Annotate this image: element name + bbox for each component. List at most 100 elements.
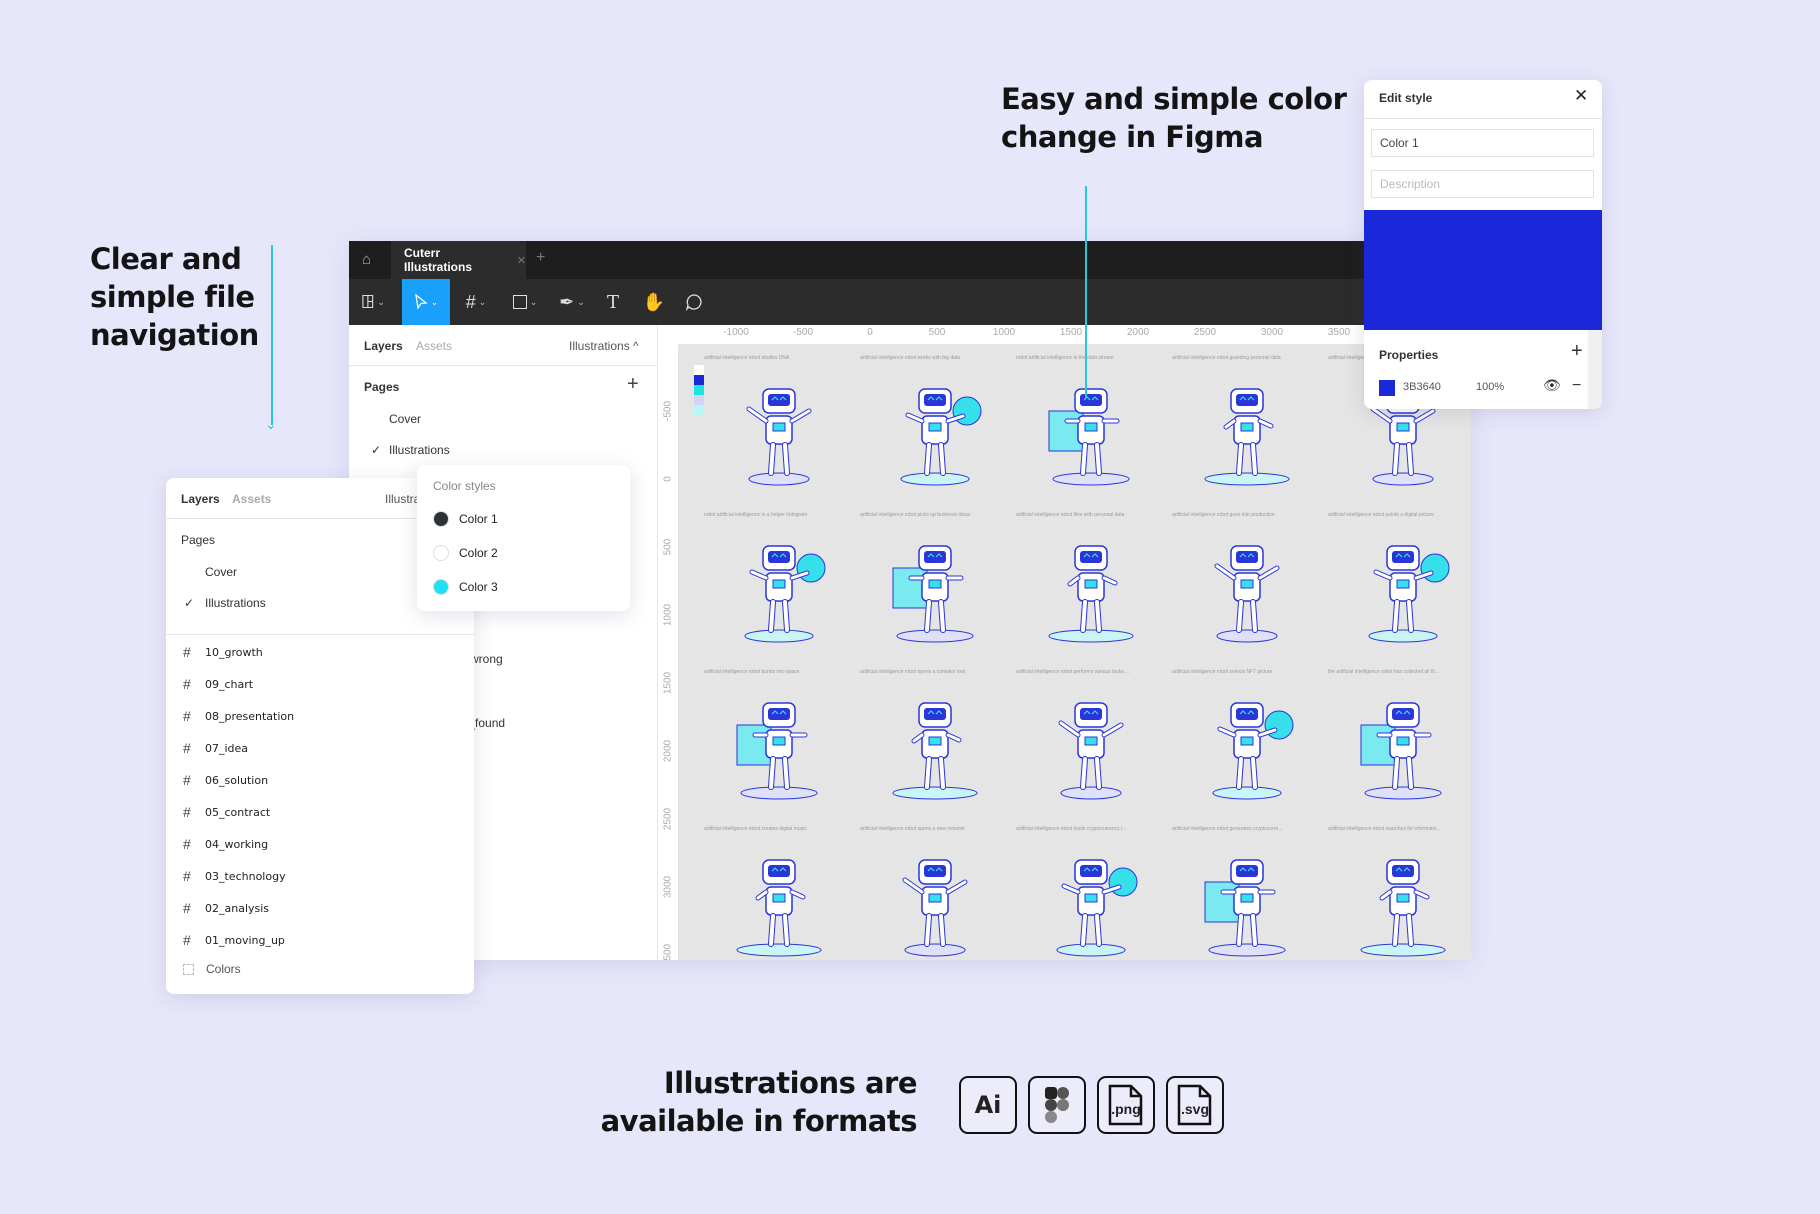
- remove-property-icon[interactable]: −: [1572, 377, 1581, 395]
- page-item-illustrations[interactable]: Illustrations: [205, 596, 266, 610]
- color-styles-popup: Color styles Color 1 Color 2 Color 3: [417, 465, 630, 611]
- close-tab-icon[interactable]: ✕: [517, 254, 526, 267]
- layer-item-colors[interactable]: Colors: [183, 962, 241, 976]
- illustration-caption: artificial intelligence robot opens a ne…: [860, 826, 965, 832]
- layer-item[interactable]: #03_technology: [183, 868, 286, 884]
- robot-illustration[interactable]: [875, 842, 995, 960]
- color-swatch[interactable]: [694, 405, 704, 415]
- color-swatch[interactable]: [694, 365, 704, 375]
- layer-item[interactable]: #09_chart: [183, 676, 253, 692]
- color-headline: Easy and simple color change in Figma: [1001, 80, 1347, 156]
- color-preview[interactable]: [1364, 210, 1602, 330]
- color-style-label: Color 1: [459, 512, 498, 526]
- move-tool-icon[interactable]: ⌄: [402, 279, 450, 325]
- toolbar: ꖸ ⌄ ⌄ # ⌄ ⌄ ✒ ⌄ T ✋: [349, 279, 1471, 325]
- divider: [166, 634, 474, 635]
- layer-item[interactable]: #01_moving_up: [183, 932, 285, 948]
- style-name-input[interactable]: Color 1: [1371, 129, 1594, 157]
- robot-illustration[interactable]: [1031, 528, 1151, 648]
- opacity-value[interactable]: 100%: [1476, 381, 1504, 393]
- frame-tool-icon[interactable]: # ⌄: [458, 279, 494, 325]
- robot-illustration[interactable]: [1343, 685, 1463, 805]
- add-page-icon[interactable]: +: [627, 373, 639, 396]
- hex-value[interactable]: 3B3640: [1403, 381, 1441, 393]
- page-selector[interactable]: Illustrations ^: [569, 339, 639, 353]
- robot-illustration[interactable]: [1031, 371, 1151, 491]
- layer-item[interactable]: #05_contract: [183, 804, 270, 820]
- robot-illustration[interactable]: [1031, 842, 1151, 960]
- robot-illustration[interactable]: [875, 685, 995, 805]
- illustration-caption: artificial intelligence robot paints a d…: [1328, 512, 1434, 518]
- ruler-label: -500: [662, 400, 674, 422]
- robot-illustration[interactable]: [719, 371, 839, 491]
- robot-illustration[interactable]: [1187, 842, 1307, 960]
- robot-illustration[interactable]: [1187, 371, 1307, 491]
- frame-icon: #: [183, 804, 191, 820]
- page-item-cover[interactable]: Cover: [205, 565, 237, 579]
- tab-layers[interactable]: Layers: [364, 339, 403, 353]
- pen-tool-icon[interactable]: ✒ ⌄: [554, 279, 590, 325]
- ruler-label: 1000: [992, 327, 1016, 338]
- hand-tool-icon[interactable]: ✋: [643, 279, 665, 325]
- ruler-label: 0: [867, 327, 873, 338]
- text-tool-icon[interactable]: T: [603, 279, 623, 325]
- comment-tool-icon[interactable]: [684, 279, 704, 325]
- robot-illustration[interactable]: [875, 528, 995, 648]
- layer-item[interactable]: wrong: [470, 652, 503, 666]
- color-swatch[interactable]: [694, 375, 704, 385]
- color-swatch[interactable]: [1379, 380, 1395, 396]
- color-style-item[interactable]: Color 1: [433, 511, 498, 527]
- tab-title: Cuterr Illustrations: [404, 246, 473, 274]
- layer-item[interactable]: #06_solution: [183, 772, 268, 788]
- color-swatch[interactable]: [694, 385, 704, 395]
- tab-assets[interactable]: Assets: [416, 339, 452, 353]
- description-input[interactable]: Description: [1371, 170, 1594, 198]
- checkmark-icon: ✓: [371, 443, 382, 457]
- popup-title: Color styles: [433, 479, 496, 493]
- figma-icon: [1028, 1076, 1086, 1134]
- robot-illustration[interactable]: [719, 528, 839, 648]
- robot-illustration[interactable]: [719, 842, 839, 960]
- eye-icon[interactable]: 👁: [1543, 377, 1561, 394]
- layer-item[interactable]: #02_analysis: [183, 900, 269, 916]
- figma-menu-icon[interactable]: ꖸ ⌄: [357, 279, 389, 325]
- close-icon[interactable]: ✕: [1574, 86, 1588, 106]
- color-swatch[interactable]: [694, 395, 704, 405]
- home-icon[interactable]: ⌂: [362, 251, 371, 268]
- layer-item[interactable]: #10_growth: [183, 644, 263, 660]
- color-style-item[interactable]: Color 2: [433, 545, 498, 561]
- add-property-icon[interactable]: +: [1571, 340, 1583, 363]
- ruler-label: 500: [928, 327, 946, 338]
- robot-illustration[interactable]: [719, 685, 839, 805]
- canvas[interactable]: artificial intelligence robot studies DN…: [679, 345, 1471, 960]
- layer-label: Colors: [206, 962, 241, 976]
- layer-item[interactable]: #04_working: [183, 836, 268, 852]
- page-item-cover[interactable]: Cover: [389, 412, 421, 426]
- robot-illustration[interactable]: [1343, 842, 1463, 960]
- new-tab-icon[interactable]: +: [536, 249, 545, 267]
- headline-line: simple file: [90, 280, 255, 314]
- robot-illustration[interactable]: [1187, 685, 1307, 805]
- illustration-caption: artificial intelligence robot goes into …: [1172, 512, 1275, 518]
- robot-illustration[interactable]: [875, 371, 995, 491]
- scrollbar[interactable]: [1588, 330, 1602, 409]
- color-style-item[interactable]: Color 3: [433, 579, 498, 595]
- layer-label: 01_moving_up: [205, 933, 285, 947]
- tab-layers[interactable]: Layers: [181, 492, 220, 506]
- page-item-illustrations[interactable]: Illustrations: [389, 443, 450, 457]
- tab-assets[interactable]: Assets: [232, 492, 271, 506]
- frame-icon: #: [183, 772, 191, 788]
- layer-label: 09_chart: [205, 677, 254, 691]
- robot-illustration[interactable]: [1343, 528, 1463, 648]
- layer-item[interactable]: #08_presentation: [183, 708, 294, 724]
- png-file-icon: .png: [1097, 1076, 1155, 1134]
- rectangle-tool-icon[interactable]: ⌄: [507, 279, 543, 325]
- robot-illustration[interactable]: [1187, 528, 1307, 648]
- page-selector[interactable]: Illustra: [385, 492, 420, 506]
- layer-item[interactable]: #07_idea: [183, 740, 248, 756]
- file-tab[interactable]: Cuterr Illustrations ✕: [391, 241, 526, 279]
- ruler-label: 3000: [662, 875, 674, 899]
- robot-illustration[interactable]: [1031, 685, 1151, 805]
- layer-label: 02_analysis: [205, 901, 270, 915]
- illustration-caption: artificial intelligence robot opens a co…: [860, 669, 966, 675]
